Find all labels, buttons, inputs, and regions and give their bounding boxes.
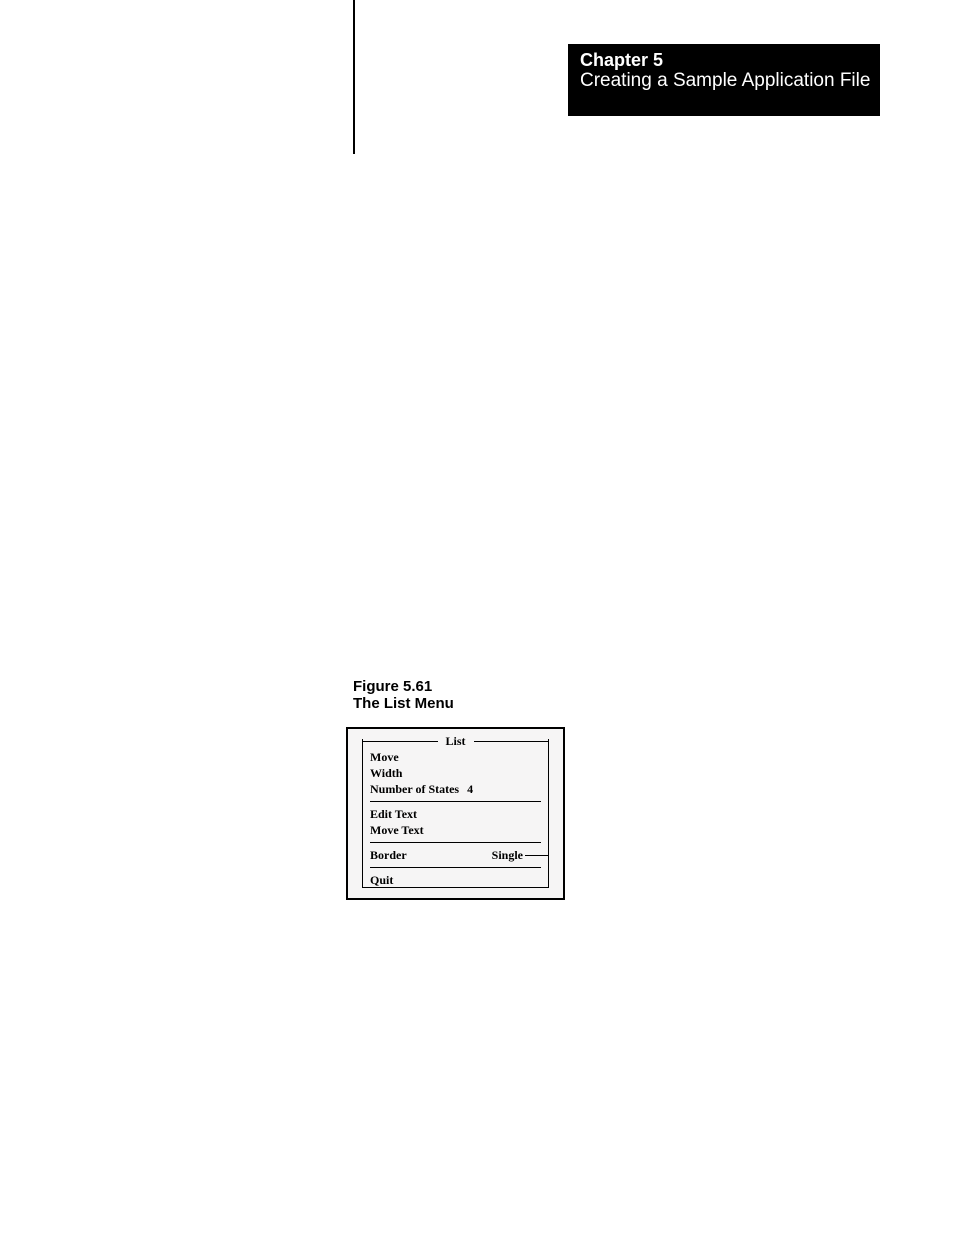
- border-label: Border: [370, 848, 407, 862]
- chapter-title: Creating a Sample Application File: [580, 70, 880, 92]
- menu-separator: [370, 801, 541, 802]
- menu-item-quit[interactable]: Quit: [370, 872, 549, 888]
- figure-number: Figure 5.61: [353, 678, 454, 695]
- figure-title: The List Menu: [353, 695, 454, 712]
- list-menu-panel: List Move Width Number of States 4 Edit …: [346, 727, 565, 900]
- menu-title-row: List: [362, 734, 549, 749]
- menu-item-edit-text[interactable]: Edit Text: [370, 806, 549, 822]
- menu-item-number-of-states[interactable]: Number of States 4: [370, 781, 549, 797]
- menu-item-move-text[interactable]: Move Text: [370, 822, 549, 838]
- border-line-icon: [525, 855, 549, 856]
- menu-item-move[interactable]: Move: [370, 749, 549, 765]
- menu-item-width[interactable]: Width: [370, 765, 549, 781]
- chapter-header: Chapter 5 Creating a Sample Application …: [568, 44, 880, 116]
- menu-items: Move Width Number of States 4 Edit Text …: [370, 749, 549, 888]
- vertical-rule: [353, 0, 355, 154]
- menu-separator: [370, 842, 541, 843]
- menu-item-border[interactable]: Border Single: [370, 847, 549, 863]
- list-menu-frame: List Move Width Number of States 4 Edit …: [362, 739, 549, 888]
- border-value: Single: [492, 848, 523, 862]
- num-states-label: Number of States: [370, 782, 459, 796]
- menu-title: List: [438, 734, 474, 749]
- num-states-value: 4: [467, 782, 473, 796]
- chapter-number: Chapter 5: [580, 50, 880, 70]
- figure-caption: Figure 5.61 The List Menu: [353, 678, 454, 712]
- menu-separator: [370, 867, 541, 868]
